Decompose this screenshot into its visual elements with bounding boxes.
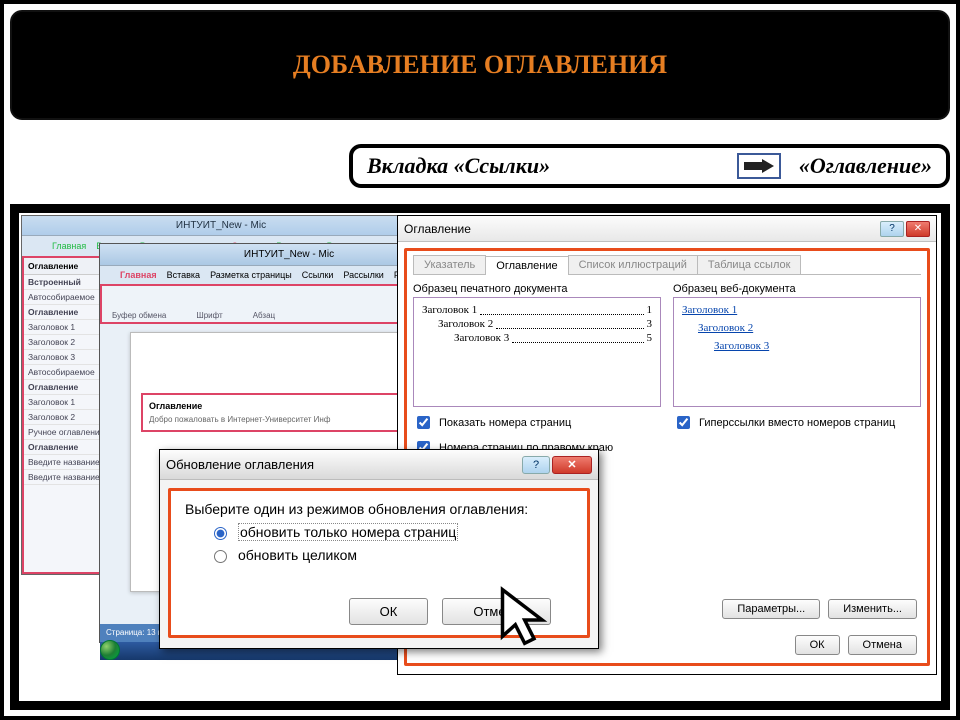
web-link[interactable]: Заголовок 2 — [682, 322, 912, 334]
update-prompt: Выберите один из режимов обновления огла… — [185, 501, 573, 517]
close-button[interactable]: ✕ — [906, 221, 930, 237]
toolbar-group-clipboard: Буфер обмена — [112, 311, 166, 320]
word2-tab[interactable]: Вставка — [167, 270, 200, 280]
update-body: Выберите один из режимов обновления огла… — [168, 488, 590, 638]
radio-update-entire[interactable] — [214, 550, 227, 563]
canvas-inner: ИНТУИТ_New - Mic Главная Вставка Разметк… — [18, 212, 942, 702]
preview-page: 1 — [647, 304, 653, 318]
illustration-canvas: ИНТУИТ_New - Mic Главная Вставка Разметк… — [10, 204, 950, 710]
help-button[interactable]: ? — [522, 456, 550, 474]
tab-authorities[interactable]: Таблица ссылок — [697, 255, 802, 274]
doc-toc-title: Оглавление — [149, 401, 429, 411]
chk-show-pages[interactable] — [417, 416, 430, 429]
word1-tab[interactable]: Главная — [52, 241, 86, 251]
preview-line: Заголовок 2 — [438, 318, 493, 332]
radio-update-pages-label: обновить только номера страниц — [238, 523, 458, 541]
preview-page: 5 — [647, 332, 653, 346]
preview-line: Заголовок 3 — [454, 332, 509, 346]
web-preview-label: Образец веб-документа — [673, 283, 921, 295]
radio-update-entire-label: обновить целиком — [238, 547, 357, 563]
slide: ДОБАВЛЕНИЕ ОГЛАВЛЕНИЯ Вкладка «Ссылки» «… — [0, 0, 960, 720]
word2-tab[interactable]: Разметка страницы — [210, 270, 292, 280]
document-toc[interactable]: Оглавление Добро пожаловать в Интернет-У… — [141, 393, 437, 432]
arrow-icon — [737, 153, 781, 179]
word1-titlebar: ИНТУИТ_New - Mic — [22, 216, 420, 236]
help-button[interactable]: ? — [880, 221, 904, 237]
update-toc-dialog: Обновление оглавления ? ✕ Выберите один … — [159, 449, 599, 649]
ok-button[interactable]: ОК — [349, 598, 429, 625]
print-preview: Заголовок 1 1 Заголовок 2 3 Заголовок 3 5 — [413, 297, 661, 407]
radio-update-pages[interactable] — [214, 527, 227, 540]
word2-tab-active[interactable]: Главная — [120, 270, 157, 280]
start-orb-icon[interactable] — [100, 640, 120, 660]
word2-tab[interactable]: Рассылки — [343, 270, 383, 280]
toolbar-group-paragraph: Абзац — [253, 311, 275, 320]
web-link[interactable]: Заголовок 3 — [682, 340, 912, 352]
chk-hyperlinks-label: Гиперссылки вместо номеров страниц — [699, 417, 895, 429]
web-link[interactable]: Заголовок 1 — [682, 304, 912, 316]
preview-line: Заголовок 1 — [422, 304, 477, 318]
doc-toc-line: Добро пожаловать в Интернет-Университет … — [149, 415, 429, 424]
params-button[interactable]: Параметры... — [722, 599, 820, 619]
update-titlebar[interactable]: Обновление оглавления ? ✕ — [160, 450, 598, 480]
tab-toc[interactable]: Оглавление — [485, 256, 568, 275]
word2-tab[interactable]: Ссылки — [302, 270, 334, 280]
cancel-button[interactable]: Отмена — [442, 598, 551, 625]
cancel-button[interactable]: Отмена — [848, 635, 917, 655]
subtitle-right: «Оглавление» — [799, 153, 932, 179]
tab-illustrations[interactable]: Список иллюстраций — [568, 255, 698, 274]
tab-index[interactable]: Указатель — [413, 255, 486, 274]
web-preview: Заголовок 1 Заголовок 2 Заголовок 3 — [673, 297, 921, 407]
print-preview-label: Образец печатного документа — [413, 283, 661, 295]
modify-button[interactable]: Изменить... — [828, 599, 917, 619]
toolbar-group-font: Шрифт — [196, 311, 222, 320]
slide-title: ДОБАВЛЕНИЕ ОГЛАВЛЕНИЯ — [293, 50, 667, 80]
update-title: Обновление оглавления — [166, 457, 314, 472]
close-button[interactable]: ✕ — [552, 456, 592, 474]
toc-dialog-tabs: Указатель Оглавление Список иллюстраций … — [413, 255, 921, 275]
ok-button[interactable]: ОК — [795, 635, 840, 655]
chk-show-pages-label: Показать номера страниц — [439, 417, 571, 429]
preview-page: 3 — [647, 318, 653, 332]
subtitle-bar: Вкладка «Ссылки» «Оглавление» — [349, 144, 950, 188]
toc-dialog-title: Оглавление — [404, 222, 471, 236]
subtitle-left: Вкладка «Ссылки» — [367, 153, 550, 179]
toc-dialog-titlebar[interactable]: Оглавление ? ✕ — [398, 216, 936, 242]
chk-hyperlinks[interactable] — [677, 416, 690, 429]
title-block: ДОБАВЛЕНИЕ ОГЛАВЛЕНИЯ — [10, 10, 950, 120]
